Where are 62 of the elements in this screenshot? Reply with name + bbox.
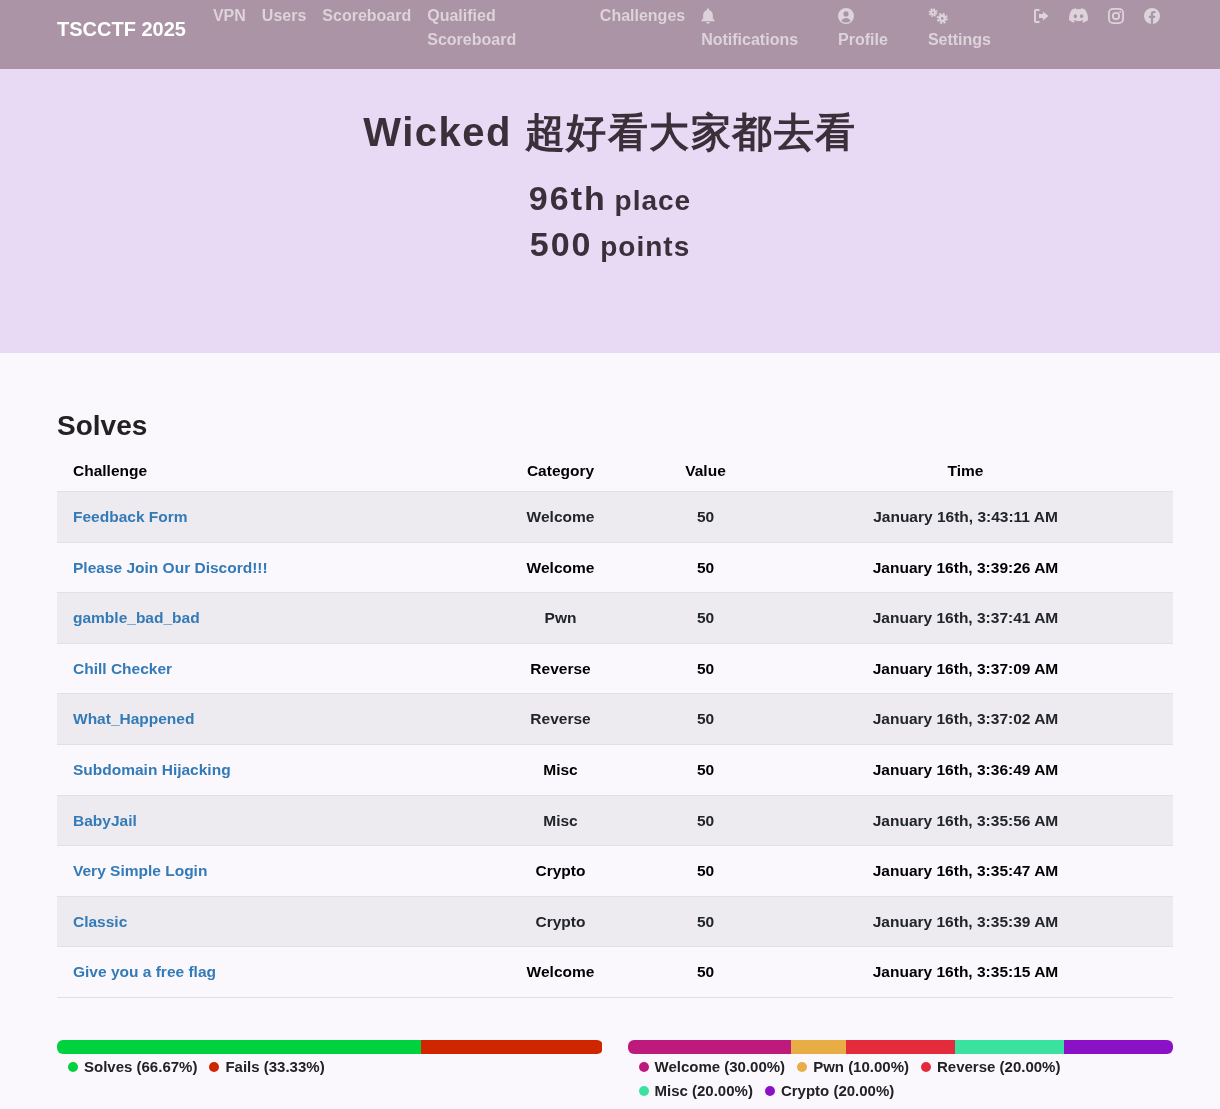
challenge-link[interactable]: Subdomain Hijacking bbox=[73, 760, 231, 778]
table-cell: 50 bbox=[653, 845, 758, 897]
table-cell: 50 bbox=[653, 946, 758, 998]
table-cell: Welcome bbox=[468, 491, 653, 543]
legend-label: Reverse (20.00%) bbox=[937, 1056, 1061, 1077]
table-cell: January 16th, 3:36:49 AM bbox=[758, 744, 1173, 796]
discord-icon bbox=[1069, 8, 1088, 23]
table-cell: Misc bbox=[468, 795, 653, 846]
table-cell: January 16th, 3:43:11 AM bbox=[758, 491, 1173, 543]
table-cell: January 16th, 3:37:09 AM bbox=[758, 643, 1173, 694]
table-cell: 50 bbox=[653, 643, 758, 694]
table-cell: Pwn bbox=[468, 592, 653, 644]
challenge-link[interactable]: Chill Checker bbox=[73, 659, 173, 677]
gears-icon bbox=[927, 8, 948, 24]
table-cell: January 16th, 3:37:02 AM bbox=[758, 693, 1173, 745]
team-points: 500 points bbox=[528, 227, 692, 265]
table-cell: 50 bbox=[653, 592, 758, 644]
legend-label: Misc (20.00%) bbox=[654, 1080, 753, 1101]
challenge-link[interactable]: BabyJail bbox=[73, 811, 137, 829]
instagram-icon bbox=[1108, 8, 1124, 24]
facebook-icon bbox=[1144, 8, 1160, 24]
column-header: Time bbox=[758, 451, 1173, 492]
challenge-link[interactable]: Please Join Our Discord!!! bbox=[73, 558, 268, 576]
table-cell: January 16th, 3:35:47 AM bbox=[758, 845, 1173, 897]
legend-label: Fails (33.33%) bbox=[225, 1056, 325, 1077]
table-cell: 50 bbox=[653, 744, 758, 796]
table-cell: January 16th, 3:35:15 AM bbox=[758, 946, 1173, 998]
table-cell: 50 bbox=[653, 542, 758, 593]
table-cell: January 16th, 3:37:41 AM bbox=[758, 592, 1173, 644]
bell-icon bbox=[701, 8, 716, 24]
team-name: Wicked 超好看大家都去看 bbox=[362, 109, 858, 156]
challenge-link[interactable]: Feedback Form bbox=[73, 508, 188, 525]
section-heading: Solves bbox=[57, 409, 149, 443]
table-cell: January 16th, 3:35:39 AM bbox=[758, 896, 1173, 947]
legend-label: Welcome (30.00%) bbox=[654, 1056, 786, 1077]
column-header: Value bbox=[653, 451, 758, 492]
table-cell: Crypto bbox=[468, 896, 653, 947]
legend-label: Pwn (10.00%) bbox=[813, 1056, 909, 1077]
table-cell: Welcome bbox=[468, 946, 653, 998]
legend-label: Crypto (20.00%) bbox=[780, 1080, 895, 1101]
brand-link[interactable]: TSCCTF 2025 bbox=[57, 17, 186, 41]
table-cell: January 16th, 3:39:26 AM bbox=[758, 542, 1173, 593]
table-cell: Reverse bbox=[468, 693, 653, 745]
challenge-link[interactable]: gamble_bad_bad bbox=[73, 609, 200, 627]
legend-label: Solves (66.67%) bbox=[84, 1056, 198, 1077]
challenge-link[interactable]: Classic bbox=[73, 912, 128, 930]
table-cell: 50 bbox=[653, 491, 758, 543]
table-cell: Misc bbox=[468, 744, 653, 796]
challenge-link[interactable]: What_Happened bbox=[73, 710, 195, 728]
table-cell: Welcome bbox=[468, 542, 653, 593]
logout-icon bbox=[1033, 8, 1049, 24]
table-cell: 50 bbox=[653, 693, 758, 745]
column-header: Challenge bbox=[57, 451, 468, 492]
table-cell: Crypto bbox=[468, 845, 653, 897]
table-cell: January 16th, 3:35:56 AM bbox=[758, 795, 1173, 846]
challenge-link[interactable]: Very Simple Login bbox=[73, 862, 208, 880]
challenge-link[interactable]: Give you a free flag bbox=[73, 963, 216, 981]
table-cell: Reverse bbox=[468, 643, 653, 694]
column-header: Category bbox=[468, 451, 653, 492]
team-place: 96th place bbox=[527, 181, 693, 219]
table-cell: 50 bbox=[653, 896, 758, 947]
table-cell: 50 bbox=[653, 795, 758, 846]
